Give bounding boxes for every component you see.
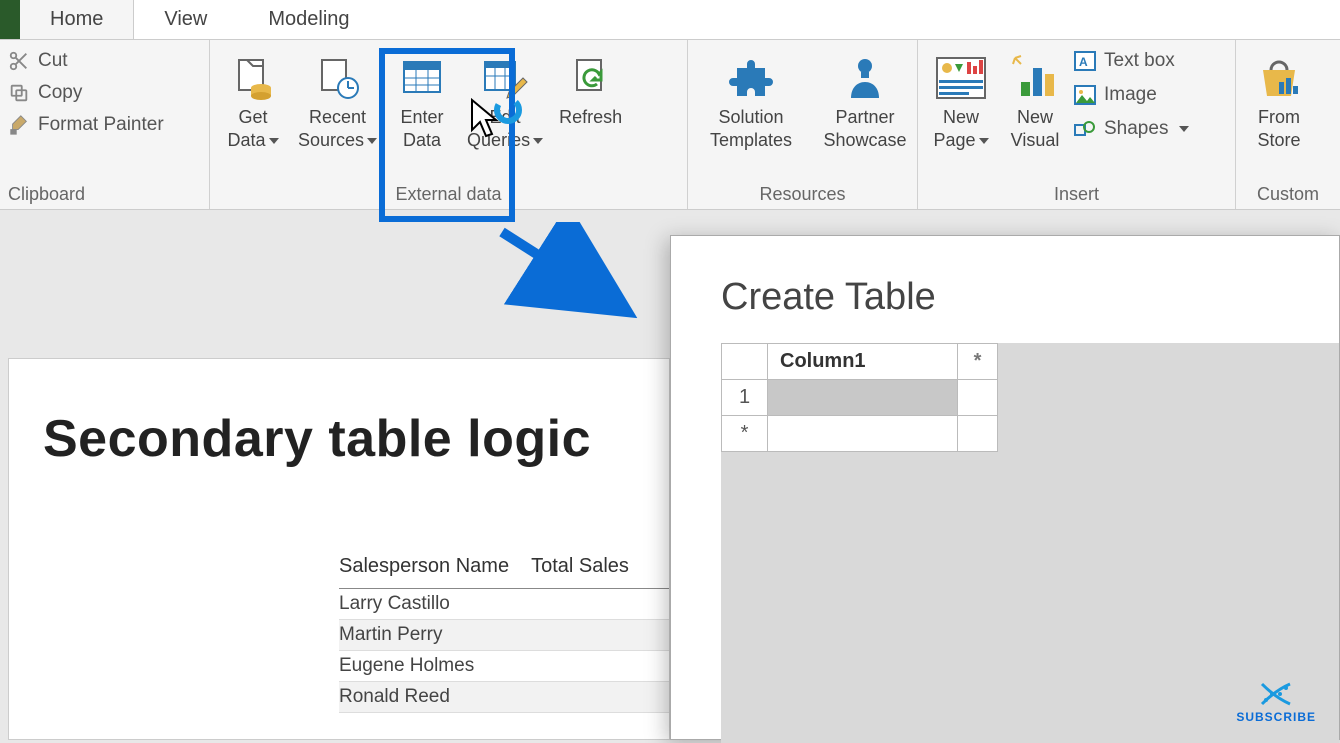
file-tab-stub[interactable] <box>0 0 20 39</box>
text-box-label: Text box <box>1104 50 1175 72</box>
paintbrush-icon <box>8 114 30 136</box>
new-page-icon <box>935 50 987 106</box>
shapes-icon <box>1074 118 1096 140</box>
arrow-annotation <box>492 222 652 332</box>
tab-home-label: Home <box>50 8 103 31</box>
new-visual-button[interactable]: New Visual <box>1000 46 1070 155</box>
chevron-down-icon <box>533 138 543 144</box>
format-painter-button[interactable]: Format Painter <box>8 114 164 136</box>
page-title: Secondary table logic <box>9 359 669 495</box>
table-row: Eugene Holmes <box>339 651 669 682</box>
refresh-label: Refresh <box>559 106 622 129</box>
ribbon: Cut Copy Format Painter Clipboard <box>0 40 1340 210</box>
refresh-icon <box>567 50 615 106</box>
group-resources-label: Resources <box>696 184 909 205</box>
cell-1-add[interactable] <box>958 380 998 416</box>
dna-icon <box>1256 680 1296 708</box>
svg-text:A: A <box>1079 55 1088 69</box>
store-icon <box>1255 50 1303 106</box>
new-visual-label: New Visual <box>1011 106 1060 151</box>
group-insert-label: Insert <box>926 184 1227 205</box>
get-data-label: Get Data <box>227 107 267 150</box>
group-insert: New Page New Visual A Text box <box>918 40 1236 209</box>
col-salesperson: Salesperson Name <box>339 555 509 578</box>
subscribe-label: SUBSCRIBE <box>1236 710 1316 724</box>
group-resources: Solution Templates Partner Showcase Reso… <box>688 40 918 209</box>
copy-label: Copy <box>38 82 82 104</box>
subscribe-watermark: SUBSCRIBE <box>1236 680 1316 724</box>
row-header-1[interactable]: 1 <box>722 380 768 416</box>
edit-queries-icon <box>481 50 529 106</box>
get-data-button[interactable]: Get Data <box>218 46 288 155</box>
tab-modeling[interactable]: Modeling <box>238 0 380 39</box>
table-icon <box>398 50 446 106</box>
table-row: Larry Castillo <box>339 589 669 620</box>
cell-1-1[interactable] <box>768 380 958 416</box>
cut-label: Cut <box>38 50 68 72</box>
partner-showcase-button[interactable]: Partner Showcase <box>810 46 920 155</box>
puzzle-icon <box>727 50 775 106</box>
cell-add-add[interactable] <box>958 416 998 452</box>
bar-chart-icon <box>1011 50 1059 106</box>
image-button[interactable]: Image <box>1074 84 1189 106</box>
copy-button[interactable]: Copy <box>8 82 164 104</box>
recent-sources-button[interactable]: Recent Sources <box>292 46 383 155</box>
group-external-data: Get Data Recent Sources Enter Data Edit … <box>210 40 688 209</box>
format-painter-label: Format Painter <box>38 114 164 136</box>
chevron-down-icon <box>979 138 989 144</box>
add-column-button[interactable]: * <box>958 344 998 380</box>
tabs-bar: Home View Modeling <box>0 0 1340 40</box>
enter-data-label: Enter Data <box>401 106 444 151</box>
new-page-button[interactable]: New Page <box>926 46 996 155</box>
partner-showcase-label: Partner Showcase <box>823 106 906 151</box>
text-box-icon: A <box>1074 50 1096 72</box>
copy-icon <box>8 82 30 104</box>
image-icon <box>1074 84 1096 106</box>
shapes-button[interactable]: Shapes <box>1074 118 1189 140</box>
edit-queries-label: Edit Queries <box>467 107 530 150</box>
group-custom: From Store Custom <box>1236 40 1340 209</box>
get-data-icon <box>229 50 277 106</box>
tab-modeling-label: Modeling <box>268 8 349 31</box>
chevron-down-icon <box>269 138 279 144</box>
corner-cell[interactable] <box>722 344 768 380</box>
group-custom-label: Custom <box>1244 184 1332 205</box>
tab-home[interactable]: Home <box>20 0 134 39</box>
solution-templates-label: Solution Templates <box>710 106 792 151</box>
table-row: Martin Perry <box>339 620 669 651</box>
col-total-sales: Total Sales <box>531 555 629 578</box>
from-store-label: From Store <box>1257 106 1300 151</box>
edit-queries-button[interactable]: Edit Queries <box>461 46 549 155</box>
sales-table[interactable]: Salesperson Name Total Sales Larry Casti… <box>339 555 669 713</box>
group-external-label: External data <box>218 184 679 205</box>
from-store-button[interactable]: From Store <box>1244 46 1314 155</box>
cut-button[interactable]: Cut <box>8 50 164 72</box>
recent-sources-icon <box>314 50 362 106</box>
group-clipboard: Cut Copy Format Painter Clipboard <box>0 40 210 209</box>
cell-add-1[interactable] <box>768 416 958 452</box>
refresh-button[interactable]: Refresh <box>553 46 628 133</box>
recent-sources-label: Recent Sources <box>298 107 366 150</box>
solution-templates-button[interactable]: Solution Templates <box>696 46 806 155</box>
image-label: Image <box>1104 84 1157 106</box>
enter-data-button[interactable]: Enter Data <box>387 46 457 155</box>
shapes-label: Shapes <box>1104 118 1168 140</box>
create-table-dialog: Create Table Column1 * 1 * <box>670 235 1340 740</box>
report-canvas: Secondary table logic Salesperson Name T… <box>8 358 670 740</box>
new-page-label: New Page <box>933 107 979 150</box>
scissors-icon <box>8 50 30 72</box>
group-clipboard-label: Clipboard <box>8 184 201 205</box>
person-icon <box>841 50 889 106</box>
tab-view-label: View <box>164 8 207 31</box>
chevron-down-icon <box>1179 126 1189 132</box>
column-header-1[interactable]: Column1 <box>768 344 958 380</box>
tab-view[interactable]: View <box>134 0 238 39</box>
chevron-down-icon <box>367 138 377 144</box>
table-row: Ronald Reed <box>339 682 669 713</box>
add-row-button[interactable]: * <box>722 416 768 452</box>
text-box-button[interactable]: A Text box <box>1074 50 1189 72</box>
dialog-title: Create Table <box>671 236 1339 343</box>
